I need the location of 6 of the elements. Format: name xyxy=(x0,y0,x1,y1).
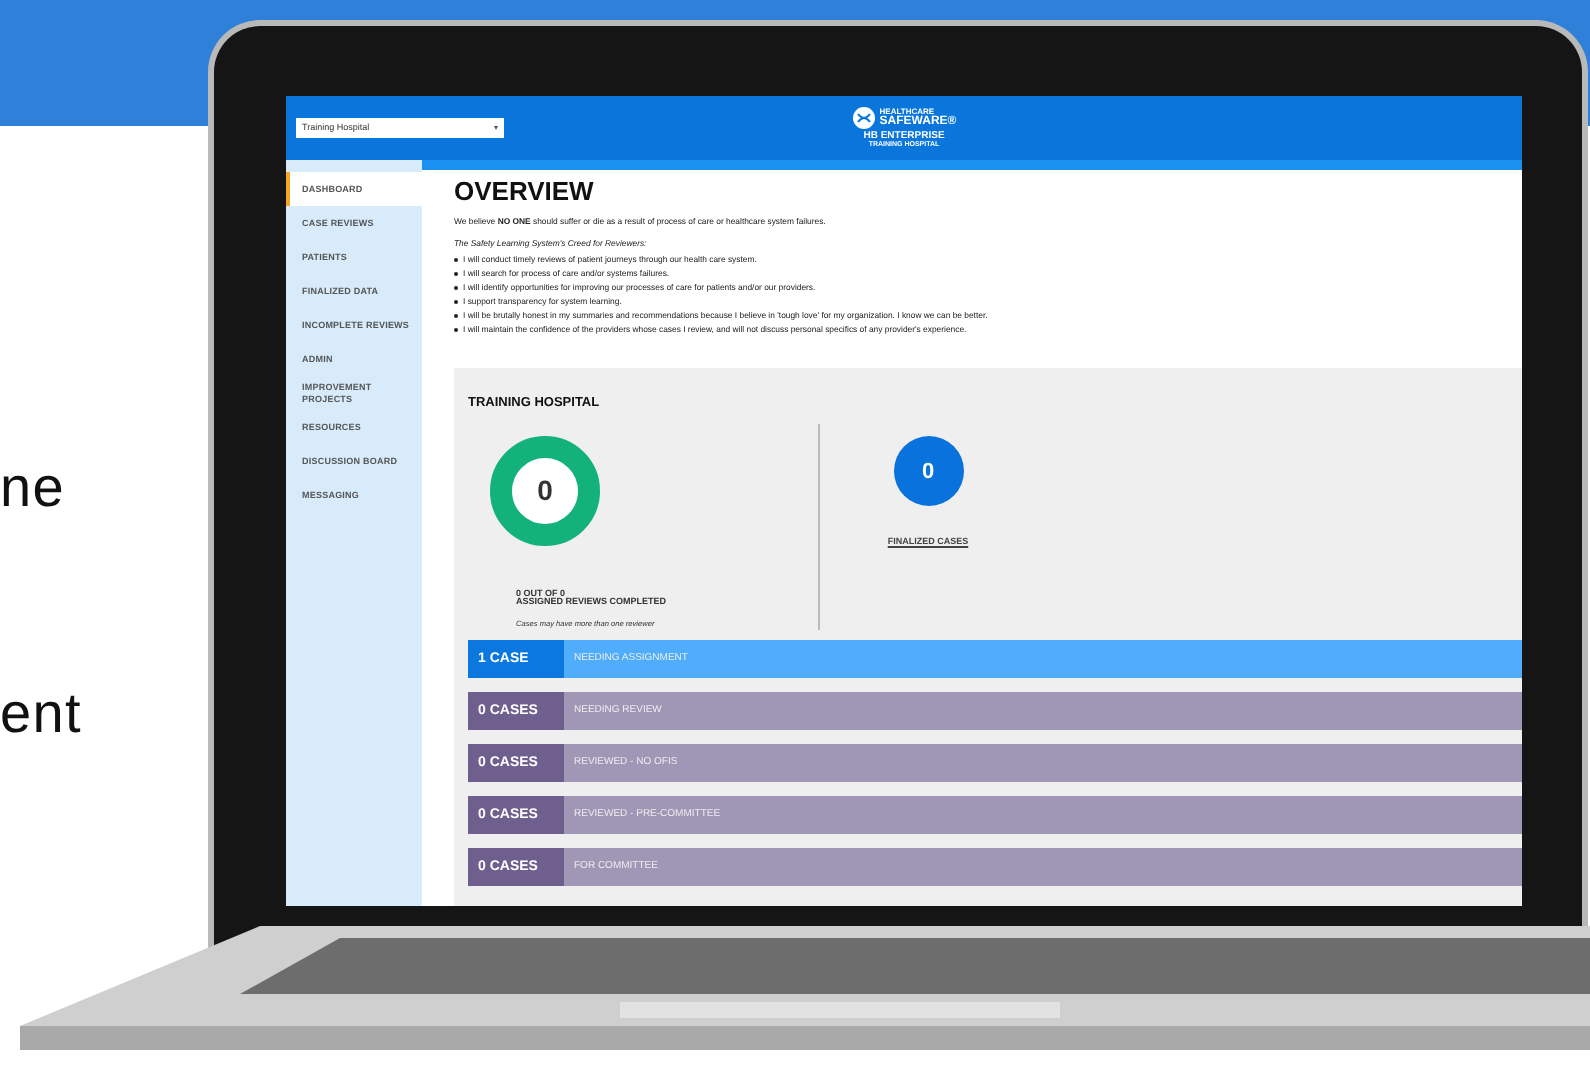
progress-ring: 0 xyxy=(490,436,600,546)
slide-text: ent xyxy=(0,686,83,742)
slide-text: ne xyxy=(0,460,68,516)
page-heading: OVERVIEW xyxy=(454,178,596,204)
logo-icon xyxy=(851,106,876,131)
caret-icon xyxy=(494,126,498,130)
